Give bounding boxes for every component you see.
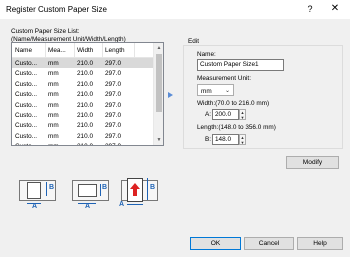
cancel-button[interactable]: Cancel [244,237,294,250]
list-cell: Custo... [15,70,38,78]
edit-group-label: Edit [186,38,202,45]
list-scrollbar[interactable]: ▲ ▼ [153,43,163,145]
measurement-unit-label: Measurement Unit: [197,75,251,82]
title-bar: Register Custom Paper Size ? ✕ [0,0,350,19]
scroll-thumb[interactable] [156,54,162,112]
chevron-down-icon: ⌄ [224,88,230,94]
paper-icon [27,182,41,199]
custom-paper-size-list[interactable]: Name Mea... Width Length Custo... mm 210.0… [11,42,164,146]
triangle-right-icon [168,92,173,98]
column-header-name[interactable]: Name [15,47,32,54]
list-row[interactable]: Custo... mm 210.0 297.0 [12,89,154,99]
list-header: Name Mea... Width Length [12,43,154,58]
list-cell: Custo... [15,111,38,119]
list-cell: mm [48,143,59,145]
list-cell: 210.0 [77,132,93,140]
column-header-width[interactable]: Width [77,47,93,54]
list-cell: 297.0 [105,80,121,88]
length-axis-label: B: [205,136,212,143]
list-cell: mm [48,122,59,130]
list-cell: 210.0 [77,80,93,88]
list-cell: mm [48,101,59,109]
list-cell: 297.0 [105,60,121,67]
column-separator[interactable] [134,43,135,57]
list-row[interactable]: Custo... mm 210.0 297.0 [12,120,154,130]
list-cell: mm [48,60,59,67]
scroll-down-arrow-icon[interactable]: ▼ [154,135,163,145]
list-cell: mm [48,80,59,88]
width-label: Width:(70.0 to 216.0 mm) [197,100,270,107]
list-cell: 210.0 [77,111,93,119]
column-header-length[interactable]: Length [105,47,125,54]
list-cell: 297.0 [105,91,121,99]
list-cell: Custo... [15,60,38,67]
list-cell: 210.0 [77,101,93,109]
width-spinner[interactable]: ▲ ▼ [239,109,246,120]
list-cell: 297.0 [105,101,121,109]
column-separator[interactable] [102,43,103,57]
list-label-line1: Custom Paper Size List: [11,28,80,35]
spin-down-icon[interactable]: ▼ [240,115,245,120]
list-cell: 210.0 [77,122,93,130]
help-button[interactable]: Help [297,237,343,250]
list-row[interactable]: Custo... mm 210.0 297.0 [12,131,154,141]
measurement-unit-select[interactable]: mm ⌄ [197,84,234,96]
spin-down-icon[interactable]: ▼ [240,140,245,145]
list-cell: mm [48,70,59,78]
list-cell: 297.0 [105,70,121,78]
column-separator[interactable] [45,43,46,57]
length-input[interactable]: 148.0 [212,134,239,145]
list-cell: 297.0 [105,111,121,119]
column-header-measurement[interactable]: Mea... [48,47,66,54]
list-cell: mm [48,91,59,99]
list-row[interactable]: Custo... mm 210.0 297.0 [12,141,154,145]
width-input[interactable]: 200.0 [212,109,239,120]
list-row[interactable]: Custo... mm 210.0 297.0 [12,100,154,110]
list-cell: Custo... [15,122,38,130]
paper-orientation-diagram-3: B A [119,172,167,210]
scroll-up-arrow-icon[interactable]: ▲ [154,43,163,53]
list-row[interactable]: Custo... mm 210.0 297.0 [12,110,154,120]
list-cell: 210.0 [77,143,93,145]
list-rows: Custo... mm 210.0 297.0 Custo... mm 210.0 297.0… [12,58,154,145]
length-spinner[interactable]: ▲ ▼ [239,134,246,145]
list-cell: Custo... [15,80,38,88]
list-row[interactable]: Custo... mm 210.0 297.0 [12,79,154,89]
length-label: Length:(148.0 to 356.0 mm) [197,124,276,131]
list-cell: 297.0 [105,143,121,145]
column-separator[interactable] [74,43,75,57]
list-cell: 210.0 [77,70,93,78]
list-cell: 297.0 [105,132,121,140]
ok-button[interactable]: OK [190,237,241,250]
list-cell: 297.0 [105,122,121,130]
list-cell: Custo... [15,91,38,99]
close-button[interactable]: ✕ [328,2,342,16]
list-cell: mm [48,132,59,140]
list-cell: mm [48,111,59,119]
measurement-unit-value: mm [201,88,212,95]
list-cell: 210.0 [77,91,93,99]
list-cell: Custo... [15,101,38,109]
name-label: Name: [197,51,216,58]
list-cell: Custo... [15,132,38,140]
help-title-button[interactable]: ? [303,2,317,16]
paper-icon [78,184,97,197]
list-cell: Custo... [15,143,37,145]
width-axis-label: A: [205,111,212,118]
list-row[interactable]: Custo... mm 210.0 297.0 [12,58,154,69]
list-row[interactable]: Custo... mm 210.0 297.0 [12,68,154,78]
custom-paper-list-label: Custom Paper Size List: (Name/Measuremen… [11,28,126,43]
modify-button[interactable]: Modify [286,156,339,169]
list-cell: 210.0 [77,60,93,67]
window-title: Register Custom Paper Size [6,5,107,14]
paper-orientation-diagram-2: B A [70,172,118,210]
paper-orientation-diagram-1: B A [17,172,65,210]
name-input[interactable]: Custom Paper Size1 [197,59,284,71]
